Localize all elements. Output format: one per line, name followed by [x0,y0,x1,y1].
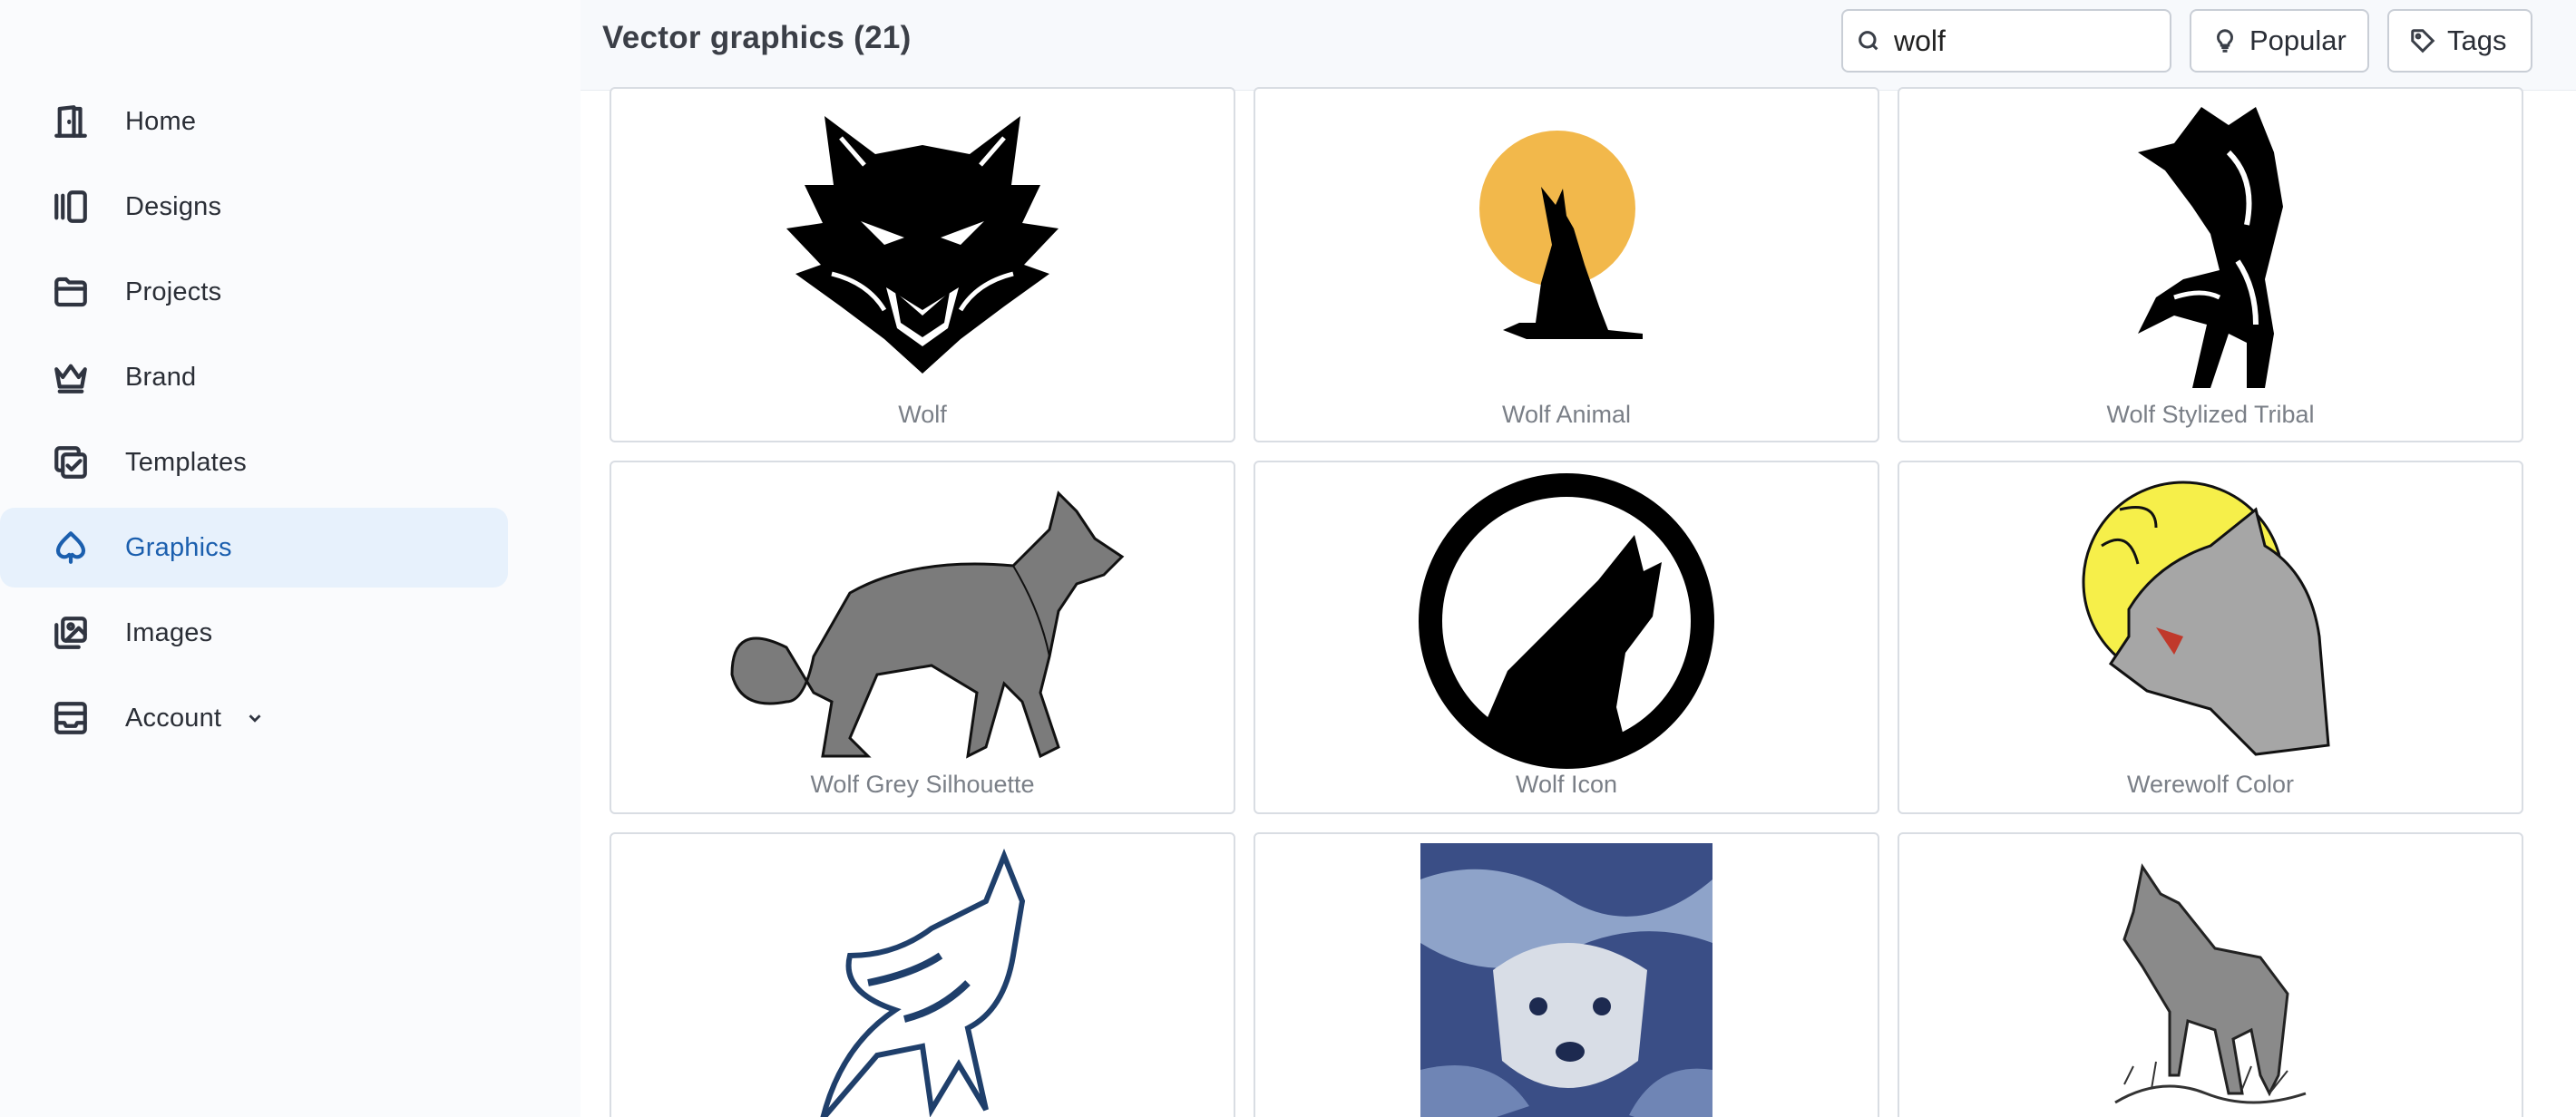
folder-icon [51,272,91,312]
sidebar-item-designs[interactable]: Designs [0,167,508,247]
sidebar-nav: Home Designs Projects Brand Templates Gr… [0,82,508,763]
sidebar-item-label: Account [125,703,222,733]
copy-check-icon [51,442,91,482]
sidebar-item-templates[interactable]: Templates [0,423,508,502]
search-box[interactable] [1841,9,2171,73]
graphic-card[interactable] [1898,832,2523,1117]
sidebar-item-projects[interactable]: Projects [0,252,508,332]
toolbar: Vector graphics (21) Popular Tags [581,0,2576,91]
graphic-caption: Wolf [898,401,947,428]
sidebar-item-label: Brand [125,362,197,392]
graphic-card[interactable]: Wolf [610,87,1235,442]
sidebar-item-brand[interactable]: Brand [0,337,508,417]
graphic-caption: Wolf Grey Silhouette [810,771,1035,798]
graphic-caption: Werewolf Color [2126,771,2295,798]
graphic-card[interactable]: Wolf Animal [1254,87,1879,442]
crown-icon [51,357,91,397]
search-input[interactable] [1894,24,2148,58]
graphic-thumbnail [1899,98,2522,397]
graphic-card[interactable]: Werewolf Color [1898,461,2523,814]
main-content: Vector graphics (21) Popular Tags [581,0,2576,1117]
lightbulb-icon [2216,29,2234,53]
sidebar-item-label: Images [125,617,213,647]
graphic-thumbnail [1899,473,2522,763]
popular-button-label: Popular [2249,24,2347,56]
graphic-card[interactable]: Wolf Stylized Tribal [1898,87,2523,442]
graphic-caption: Wolf Icon [1515,771,1618,798]
popular-button[interactable]: Popular [2190,9,2369,73]
graphic-thumbnail [1255,129,1878,346]
graphic-thumbnail [611,847,1234,1117]
graphic-card[interactable]: Wolf Icon [1254,461,1879,814]
chevron-down-icon[interactable] [245,708,265,728]
graphic-caption: Wolf Stylized Tribal [2106,401,2315,428]
sidebar-item-label: Projects [125,277,222,306]
tags-button[interactable]: Tags [2387,9,2532,73]
tags-button-label: Tags [2447,24,2507,56]
sidebar-item-account[interactable]: Account [0,678,508,758]
graphic-card[interactable] [610,832,1235,1117]
page-title: Vector graphics (21) [602,20,912,55]
sidebar-item-label: Designs [125,191,222,221]
sidebar-item-home[interactable]: Home [0,82,508,161]
graphic-card[interactable] [1254,832,1879,1117]
graphic-card[interactable]: Wolf Grey Silhouette [610,461,1235,814]
sidebar-item-images[interactable]: Images [0,593,508,673]
graphic-thumbnail [1255,843,1878,1117]
columns-icon [51,187,91,227]
graphic-thumbnail [1255,471,1878,771]
door-icon [51,102,91,141]
search-icon [1859,31,1878,51]
sidebar: Home Designs Projects Brand Templates Gr… [0,0,581,1117]
graphic-thumbnail [1899,849,2522,1117]
images-icon [51,613,91,653]
archive-icon [51,698,91,738]
sidebar-item-label: Templates [125,447,247,477]
sidebar-item-label: Graphics [125,532,232,562]
tag-icon [2411,29,2435,53]
graphic-thumbnail [611,475,1234,765]
cloud-shape-icon [51,528,91,568]
graphic-caption: Wolf Animal [1501,401,1632,428]
sidebar-item-label: Home [125,106,197,136]
graphic-thumbnail [611,102,1234,383]
sidebar-item-graphics[interactable]: Graphics [0,508,508,588]
